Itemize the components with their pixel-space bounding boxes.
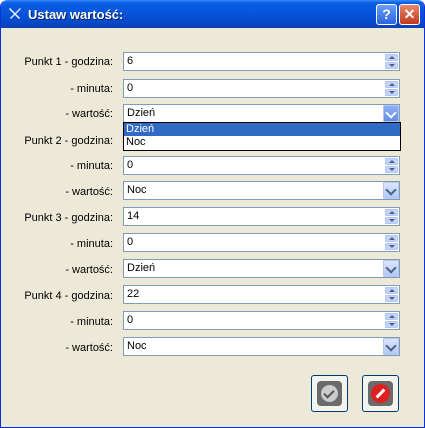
- button-face: [317, 381, 342, 406]
- spinner[interactable]: [385, 158, 398, 173]
- punkt-4-godzina-field[interactable]: 22: [123, 285, 400, 304]
- punkt-2-godzina-label: Punkt 2 - godzina:: [24, 135, 113, 147]
- chevron-down-icon[interactable]: [383, 105, 399, 122]
- punkt-2-minuta-field[interactable]: 0: [123, 156, 400, 175]
- spin-down-icon[interactable]: [385, 217, 398, 224]
- window-title: Ustaw wartość:: [28, 7, 124, 22]
- spinner[interactable]: [385, 54, 398, 69]
- spin-up-icon[interactable]: [385, 81, 398, 88]
- punkt-1-wartosc-label: - wartość:: [65, 108, 113, 120]
- chevron-down-icon[interactable]: [383, 260, 399, 277]
- punkt-4-minuta-label: - minuta:: [70, 316, 113, 328]
- cancel-button[interactable]: [362, 375, 399, 412]
- dropdown-option-noc[interactable]: Noc: [124, 136, 400, 149]
- checkmark-icon: [321, 385, 338, 402]
- no-entry-icon: [371, 384, 390, 403]
- punkt-2-minuta-label: - minuta:: [70, 160, 113, 172]
- field-value: 0: [127, 314, 134, 326]
- dialog-window: Ustaw wartość: ? ✕ Punkt 1 - godzina: 6 …: [0, 0, 425, 428]
- punkt-3-wartosc-label: - wartość:: [65, 264, 113, 276]
- field-value: 6: [127, 55, 134, 67]
- punkt-3-wartosc-combo[interactable]: Dzień: [123, 259, 400, 278]
- field-value: 14: [127, 210, 140, 222]
- spinner[interactable]: [385, 209, 398, 224]
- spin-up-icon[interactable]: [385, 287, 398, 294]
- field-value: Noc: [127, 184, 147, 196]
- chevron-down-icon[interactable]: [383, 182, 399, 199]
- field-value: Noc: [127, 340, 147, 352]
- punkt-3-minuta-field[interactable]: 0: [123, 233, 400, 252]
- spinner[interactable]: [385, 81, 398, 96]
- spinner[interactable]: [385, 287, 398, 302]
- spin-down-icon[interactable]: [385, 243, 398, 250]
- punkt-3-minuta-label: - minuta:: [70, 238, 113, 250]
- field-value: 0: [127, 82, 134, 94]
- punkt-1-godzina-label: Punkt 1 - godzina:: [24, 56, 113, 68]
- ok-button[interactable]: [311, 375, 348, 412]
- field-value: Dzień: [127, 107, 156, 119]
- spin-up-icon[interactable]: [385, 235, 398, 242]
- punkt-2-wartosc-combo[interactable]: Noc: [123, 181, 400, 200]
- help-button[interactable]: ?: [376, 4, 397, 25]
- spin-down-icon[interactable]: [385, 321, 398, 328]
- tools-icon: [9, 8, 21, 19]
- field-value: 0: [127, 159, 134, 171]
- punkt-2-wartosc-label: - wartość:: [65, 186, 113, 198]
- punkt-1-godzina-field[interactable]: 6: [123, 52, 400, 71]
- chevron-down-icon[interactable]: [383, 338, 399, 355]
- punkt-4-wartosc-combo[interactable]: Noc: [123, 337, 400, 356]
- spinner[interactable]: [385, 235, 398, 250]
- field-value: 0: [127, 236, 134, 248]
- spin-up-icon[interactable]: [385, 54, 398, 61]
- field-value: Dzień: [127, 262, 156, 274]
- spinner[interactable]: [385, 313, 398, 328]
- punkt-3-godzina-field[interactable]: 14: [123, 207, 400, 226]
- title-bar[interactable]: Ustaw wartość: ? ✕: [1, 0, 424, 28]
- punkt-1-wartosc-combo[interactable]: Dzień: [123, 104, 400, 123]
- spin-down-icon[interactable]: [385, 295, 398, 302]
- punkt-1-minuta-label: - minuta:: [70, 83, 113, 95]
- wartosc-dropdown-list[interactable]: Dzień Noc: [123, 122, 401, 151]
- spin-up-icon[interactable]: [385, 313, 398, 320]
- button-face: [368, 381, 393, 406]
- spin-down-icon[interactable]: [385, 166, 398, 173]
- spin-up-icon[interactable]: [385, 158, 398, 165]
- punkt-4-minuta-field[interactable]: 0: [123, 311, 400, 330]
- spin-up-icon[interactable]: [385, 209, 398, 216]
- spin-down-icon[interactable]: [385, 62, 398, 69]
- punkt-4-wartosc-label: - wartość:: [65, 342, 113, 354]
- punkt-1-minuta-field[interactable]: 0: [123, 79, 400, 98]
- close-button[interactable]: ✕: [399, 4, 420, 25]
- punkt-3-godzina-label: Punkt 3 - godzina:: [24, 212, 113, 224]
- field-value: 22: [127, 288, 140, 300]
- dropdown-option-dzien[interactable]: Dzień: [124, 123, 400, 136]
- punkt-4-godzina-label: Punkt 4 - godzina:: [24, 290, 113, 302]
- spin-down-icon[interactable]: [385, 89, 398, 96]
